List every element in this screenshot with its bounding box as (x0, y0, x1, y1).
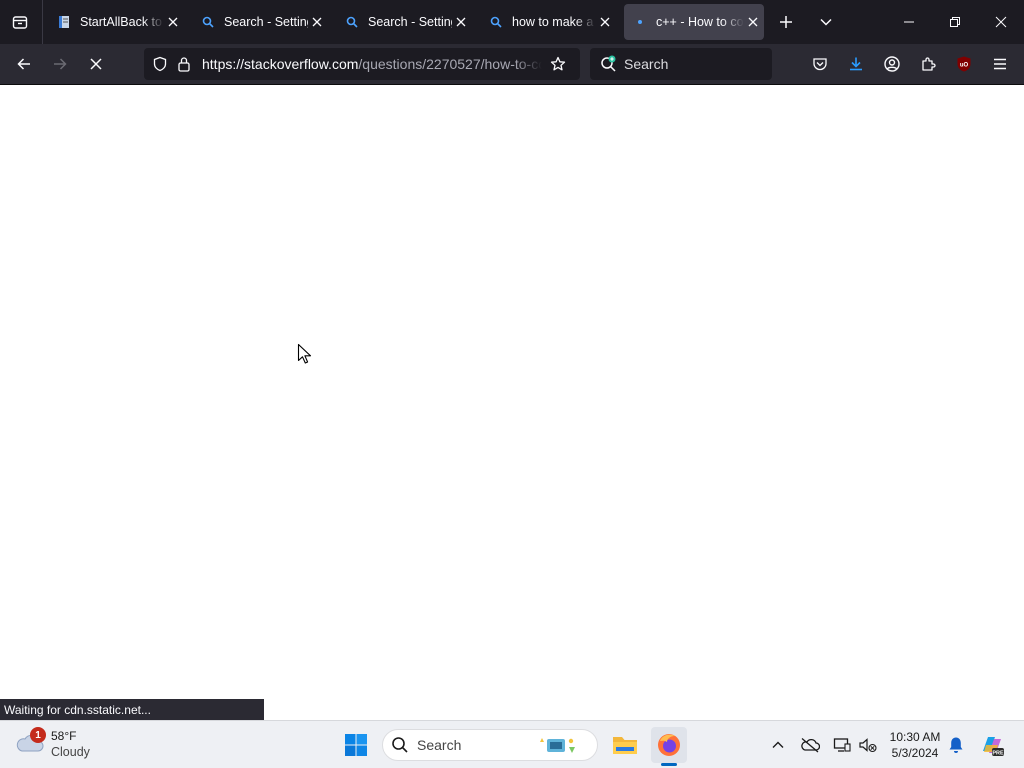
minimize-button[interactable] (886, 0, 932, 44)
download-icon (850, 57, 862, 71)
ublock-origin-button[interactable]: uO (950, 50, 978, 78)
clock-time: 10:30 AM (889, 730, 941, 744)
search-engine-icon[interactable] (598, 53, 620, 75)
puzzle-icon (922, 57, 936, 71)
taskbar: 1 58°F Cloudy 10:30 (0, 720, 1024, 768)
tab-title: Search - Settings (224, 15, 308, 29)
search-icon (392, 737, 408, 753)
status-panel: Waiting for cdn.sstatic.net... (0, 699, 264, 720)
show-hidden-icons-button[interactable] (764, 731, 792, 759)
bookmark-star-icon[interactable] (546, 52, 570, 76)
account-icon (884, 56, 900, 72)
account-button[interactable] (878, 50, 906, 78)
copilot-button[interactable]: PRE (976, 731, 1008, 759)
url-path: /questions/2270527/how-to-convert (358, 56, 542, 72)
close-tab-icon[interactable] (308, 13, 326, 31)
bell-icon (949, 737, 963, 753)
lock-icon[interactable] (172, 52, 196, 76)
tab-title: how to make a windows (512, 15, 596, 29)
chevron-down-icon (820, 18, 832, 26)
hamburger-menu-icon (994, 58, 1006, 70)
pocket-button[interactable] (806, 50, 834, 78)
search-highlight-icon (540, 738, 575, 753)
arrow-left-icon (17, 58, 30, 70)
arrow-right-icon (54, 58, 67, 70)
stop-loading-button[interactable] (82, 50, 110, 78)
close-tab-icon[interactable] (164, 13, 182, 31)
firefox-view-icon (12, 16, 28, 29)
firefox-taskbar-button[interactable] (651, 727, 687, 763)
tab-title: StartAllBack to fix (80, 15, 164, 29)
pocket-icon (813, 58, 827, 71)
onedrive-offline-icon (801, 738, 820, 753)
app-menu-button[interactable] (986, 50, 1014, 78)
document-icon (56, 14, 72, 30)
search-icon (200, 14, 216, 30)
running-app-indicator (661, 763, 677, 766)
clock[interactable]: 10:30 AM 5/3/2024 (884, 729, 946, 761)
network-sound-tray-button[interactable] (854, 731, 882, 759)
firefox-view-button[interactable] (6, 8, 34, 36)
forward-button[interactable] (46, 50, 74, 78)
display-tray-button[interactable] (828, 731, 856, 759)
tab-search-settings-1[interactable]: Search - Settings (192, 4, 328, 40)
taskbar-search[interactable] (382, 729, 598, 761)
navigation-toolbar: https://stackoverflow.com/questions/2270… (0, 44, 1024, 85)
svg-text:uO: uO (960, 63, 969, 69)
windows-logo-icon (345, 734, 367, 756)
list-all-tabs-button[interactable] (812, 8, 840, 36)
shield-icon[interactable] (148, 52, 172, 76)
speaker-muted-icon (859, 738, 877, 753)
url-text[interactable]: https://stackoverflow.com/questions/2270… (202, 56, 542, 72)
folder-icon (613, 737, 637, 754)
stop-icon (90, 58, 102, 70)
tab-active-stackoverflow[interactable]: c++ - How to convert (624, 4, 764, 40)
close-tab-icon[interactable] (744, 13, 762, 31)
tab-strip: StartAllBack to fix Search - Settings Se… (0, 0, 1024, 44)
restore-icon (950, 17, 960, 27)
downloads-button[interactable] (842, 50, 870, 78)
file-explorer-button[interactable] (607, 727, 643, 763)
start-button[interactable] (338, 727, 374, 763)
tab-title: Search - Settings (368, 15, 452, 29)
tab-how-to-make[interactable]: how to make a windows (480, 4, 616, 40)
tab-search-settings-2[interactable]: Search - Settings (336, 4, 472, 40)
tab-title: c++ - How to convert (656, 15, 744, 29)
notification-badge: 1 (30, 727, 46, 743)
search-icon (488, 14, 504, 30)
clock-date: 5/3/2024 (891, 746, 939, 760)
plus-icon (780, 16, 792, 28)
extensions-button[interactable] (914, 50, 942, 78)
close-tab-icon[interactable] (596, 13, 614, 31)
notifications-button[interactable] (942, 731, 970, 759)
close-tab-icon[interactable] (452, 13, 470, 31)
tab-startallback[interactable]: StartAllBack to fix (48, 4, 184, 40)
search-icon (344, 14, 360, 30)
back-button[interactable] (10, 50, 38, 78)
taskbar-search-input[interactable] (417, 737, 537, 753)
chevron-up-icon (772, 741, 784, 748)
svg-text:PRE: PRE (992, 751, 1004, 757)
loading-dot-icon (632, 14, 648, 30)
restore-button[interactable] (932, 0, 978, 44)
onedrive-tray-button[interactable] (796, 731, 824, 759)
search-bar[interactable] (590, 48, 772, 80)
weather-widget[interactable]: 1 58°F Cloudy (14, 727, 104, 763)
search-input[interactable] (624, 56, 764, 72)
ublock-origin-icon: uO (957, 56, 971, 72)
mouse-cursor-icon (297, 343, 313, 368)
firefox-icon (658, 734, 680, 756)
page-content (0, 85, 1024, 720)
minimize-icon (904, 21, 914, 23)
close-window-button[interactable] (978, 0, 1024, 44)
monitor-icon (833, 738, 851, 752)
url-domain: https://stackoverflow.com (202, 56, 359, 72)
new-tab-button[interactable] (772, 8, 800, 36)
weather-condition: Cloudy (51, 745, 90, 759)
tab-separator (42, 0, 43, 44)
weather-temperature: 58°F (51, 729, 77, 743)
copilot-icon: PRE (983, 737, 1004, 757)
address-bar[interactable]: https://stackoverflow.com/questions/2270… (144, 48, 580, 80)
close-icon (995, 16, 1007, 28)
